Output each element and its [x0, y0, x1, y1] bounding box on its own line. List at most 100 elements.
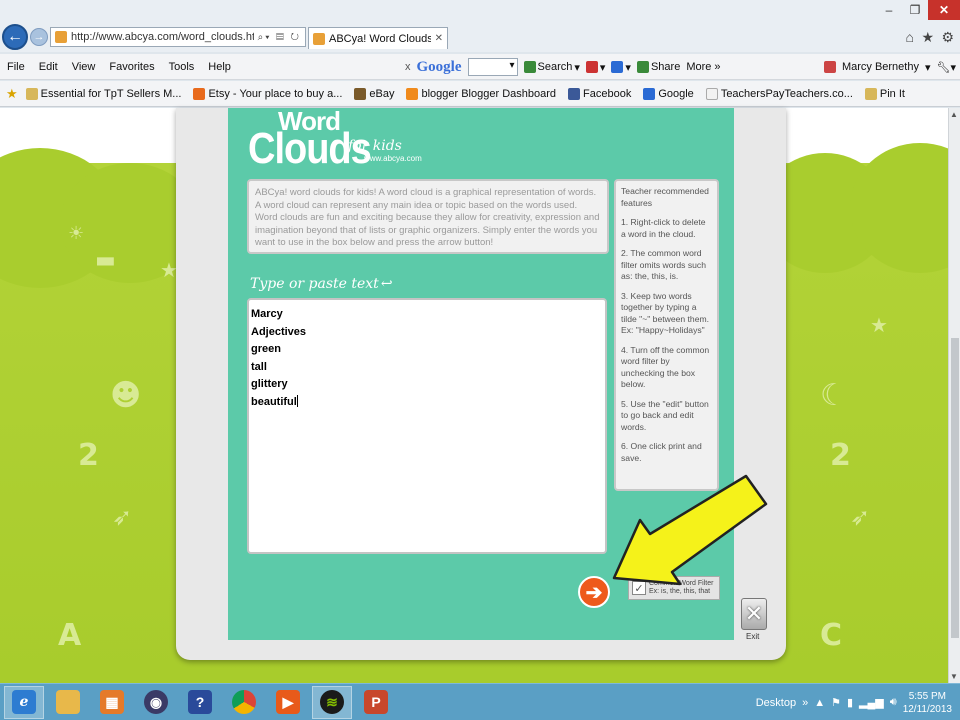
menu-edit[interactable]: Edit	[32, 61, 65, 73]
forward-arrow-icon: →	[33, 31, 45, 43]
forward-button[interactable]: →	[30, 28, 48, 46]
facebook-icon	[568, 87, 581, 100]
google-search-input[interactable]	[467, 58, 518, 76]
signal-icon[interactable]: ▂▄▆	[859, 696, 884, 709]
input-label: Type or paste text ↩	[250, 276, 393, 292]
flag-icon[interactable]: ⚑	[831, 696, 841, 709]
taskbar-spotify[interactable]: ≋	[312, 685, 352, 719]
google-toolbar-close[interactable]: x	[405, 61, 411, 73]
page-scrollbar[interactable]: ▲ ▼	[948, 108, 960, 683]
scrollbar-thumb[interactable]	[951, 338, 959, 638]
share-icon	[636, 61, 649, 73]
fav-label: Essential for TpT Sellers M...	[40, 87, 182, 100]
window-controls: – ❐ ✕	[876, 0, 960, 20]
menu-view[interactable]: View	[65, 61, 103, 73]
battery-icon[interactable]: ▮	[847, 696, 853, 709]
more-button[interactable]: More »	[686, 61, 720, 73]
mail-button[interactable]: ▾	[585, 61, 605, 74]
exit-button[interactable]: ✕	[741, 598, 767, 630]
word-input-textarea[interactable]: Marcy Adjectives green tall glittery bea…	[247, 298, 607, 554]
number-doodle-icon: 2	[78, 438, 99, 473]
exit-label: Exit	[746, 632, 760, 641]
media-orb-icon: ◉	[144, 690, 168, 714]
folder-icon	[56, 690, 80, 714]
etsy-icon	[193, 87, 206, 100]
show-hidden-icon[interactable]: ▲	[814, 697, 825, 709]
share-button[interactable]: Share	[636, 61, 680, 73]
page-icon	[25, 87, 38, 100]
taskbar-media[interactable]: ◉	[136, 686, 176, 719]
sun-doodle-icon: ☀	[68, 223, 85, 244]
arrow-shape	[612, 474, 768, 586]
tpt-icon	[705, 87, 718, 100]
bus-doodle-icon: ▬	[95, 248, 116, 273]
restore-button[interactable]: ❐	[902, 0, 928, 20]
taskbar-help[interactable]: ?	[180, 686, 220, 719]
fav-ebay[interactable]: eBay	[350, 87, 398, 100]
rocket-doodle-icon: ➶	[850, 503, 871, 531]
taskbar-player[interactable]: ▶	[268, 686, 308, 719]
fav-facebook[interactable]: Facebook	[564, 87, 635, 100]
favorites-bar: ★ Essential for TpT Sellers M... Etsy - …	[0, 81, 960, 107]
add-favorite-icon[interactable]: ★	[6, 86, 18, 102]
ebay-bag-icon	[354, 87, 367, 100]
user-name[interactable]: Marcy Bernethy	[842, 61, 919, 73]
page-icon	[864, 87, 877, 100]
text-line-with-caret: beautiful	[251, 394, 603, 412]
browser-tab[interactable]: ABCya! Word Clouds for Ki... ✕	[308, 27, 448, 49]
internet-explorer-icon: e	[12, 690, 36, 714]
home-icon[interactable]: ⌂	[906, 29, 914, 45]
back-arrow-icon: ←	[7, 28, 23, 45]
taskbar-powerpoint[interactable]: P	[356, 686, 396, 719]
fav-blogger[interactable]: blogger Blogger Dashboard	[402, 87, 560, 100]
taskbar-ie[interactable]: e	[4, 685, 44, 719]
fav-google[interactable]: Google	[639, 87, 697, 100]
scroll-up-icon[interactable]: ▲	[950, 110, 958, 119]
fav-label: eBay	[369, 87, 395, 100]
menu-help[interactable]: Help	[201, 61, 238, 73]
teacher-tips-box: Teacher recommended features 1. Right-cl…	[614, 179, 719, 491]
wrench-icon[interactable]: 🔧︎▾	[937, 61, 957, 74]
description-box: ABCya! word clouds for kids! A word clou…	[247, 179, 609, 254]
taskbar-chrome[interactable]	[224, 686, 264, 719]
settings-gear-icon[interactable]: ⚙	[941, 29, 954, 46]
tips-heading: Teacher recommended features	[621, 186, 709, 208]
bookmark-button[interactable]: ▾	[611, 61, 631, 74]
fav-tpt-sellers[interactable]: Essential for TpT Sellers M...	[22, 87, 186, 100]
menu-file[interactable]: File	[0, 61, 32, 73]
address-url[interactable]: http://www.abcya.com/word_clouds.htm	[71, 31, 254, 43]
menu-favorites[interactable]: Favorites	[102, 61, 161, 73]
taskbar-explorer[interactable]	[48, 686, 88, 719]
fav-etsy[interactable]: Etsy - Your place to buy a...	[189, 87, 346, 100]
back-button[interactable]: ←	[2, 24, 28, 50]
favorites-star-icon[interactable]: ★	[921, 29, 934, 46]
fav-pin-it[interactable]: Pin It	[861, 87, 909, 100]
google-search-button[interactable]: Search ▾	[523, 61, 580, 74]
minimize-button[interactable]: –	[876, 0, 902, 20]
site-favicon-icon	[55, 31, 67, 43]
fav-label: blogger Blogger Dashboard	[421, 87, 557, 100]
scroll-down-icon[interactable]: ▼	[950, 672, 958, 681]
taskbar-app[interactable]: ▦	[92, 686, 132, 719]
browser-titlebar: – ❐ ✕ ← → http://www.abcya.com/word_clou…	[0, 0, 960, 52]
close-tab-icon[interactable]: ✕	[435, 33, 443, 44]
annotation-arrow-icon	[612, 474, 768, 586]
letter-doodle-icon: A	[58, 618, 82, 653]
close-window-button[interactable]: ✕	[928, 0, 960, 20]
menu-tools[interactable]: Tools	[162, 61, 202, 73]
exit-x-icon: ✕	[744, 601, 764, 626]
address-bar[interactable]: http://www.abcya.com/word_clouds.htm ⌕▾ …	[50, 27, 306, 47]
user-dropdown-icon[interactable]: ▾	[925, 61, 931, 74]
tab-title[interactable]: ABCya! Word Clouds for Ki...	[329, 33, 431, 45]
volume-icon[interactable]: 🔊︎	[890, 696, 897, 709]
input-label-text: Type or paste text	[250, 276, 379, 292]
clock[interactable]: 5:55 PM 12/11/2013	[903, 690, 952, 716]
chrome-icon	[232, 690, 256, 714]
tray-expand-icon[interactable]: »	[802, 697, 808, 709]
text-caret	[296, 394, 298, 407]
desktop-label[interactable]: Desktop	[756, 697, 796, 709]
fav-tpt[interactable]: TeachersPayTeachers.co...	[702, 87, 857, 100]
tab-favicon-icon	[313, 32, 325, 45]
text-line: beautiful	[251, 395, 297, 408]
address-tools-icon[interactable]: ⌕▾ ▤ ↻	[258, 32, 305, 43]
